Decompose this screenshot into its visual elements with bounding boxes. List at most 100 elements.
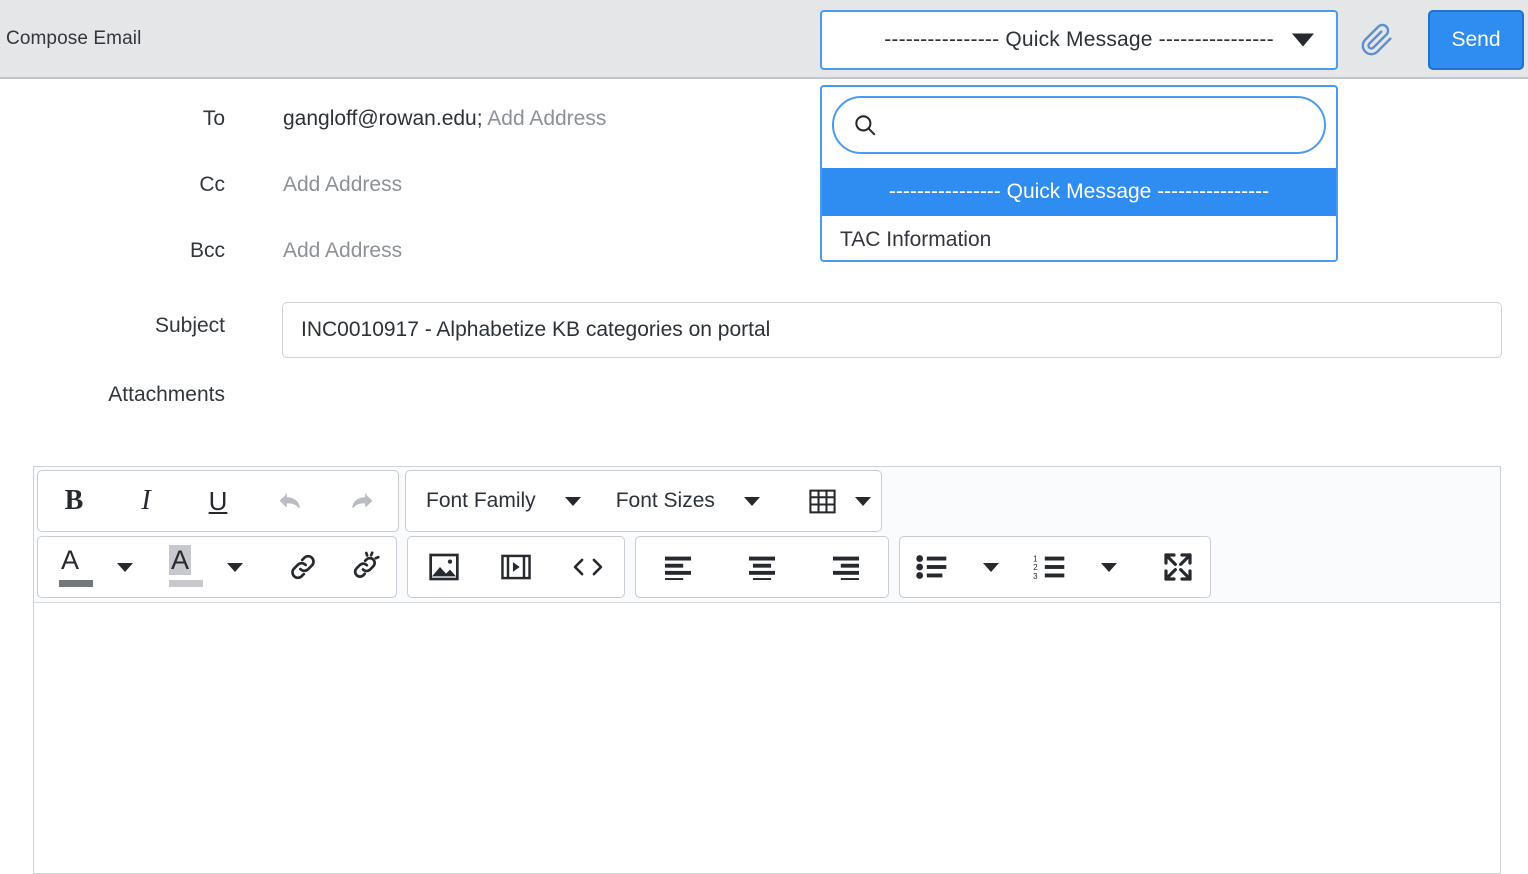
- chevron-down-icon: [854, 496, 871, 506]
- to-label: To: [202, 107, 225, 130]
- attachment-button[interactable]: [1355, 18, 1399, 62]
- bullet-list-button[interactable]: [900, 537, 964, 597]
- background-color-icon: A: [157, 545, 203, 589]
- send-button[interactable]: Send: [1428, 10, 1524, 70]
- fullscreen-button[interactable]: [1146, 537, 1210, 597]
- bullet-list-icon: [916, 555, 947, 579]
- toolbar-group-format: B I U: [37, 470, 399, 532]
- chevron-down-icon: [743, 496, 760, 506]
- send-button-label: Send: [1451, 28, 1501, 51]
- bcc-add-address[interactable]: Add Address: [283, 239, 402, 262]
- align-center-icon: [749, 556, 775, 580]
- quick-message-dropdown-panel: ---------------- Quick Message ---------…: [820, 85, 1338, 262]
- chevron-down-icon: [564, 496, 581, 506]
- to-value[interactable]: gangloff@rowan.edu; Add Address: [283, 107, 606, 131]
- quick-message-select[interactable]: ---------------- Quick Message ---------…: [820, 10, 1338, 70]
- editor-toolbar-row-1: B I U Font Family Font Sizes: [37, 470, 888, 532]
- bcc-label: Bcc: [189, 239, 225, 262]
- bcc-value[interactable]: Add Address: [283, 239, 402, 263]
- source-code-button[interactable]: [552, 537, 624, 597]
- undo-arrow-icon: [279, 493, 300, 508]
- font-sizes-dropdown[interactable]: Font Sizes: [596, 489, 729, 513]
- align-left-icon: [665, 556, 691, 580]
- toolbar-group-align: [635, 536, 889, 598]
- table-caret-button[interactable]: [845, 471, 881, 531]
- text-color-icon: A: [47, 545, 93, 589]
- bullet-list-caret-button[interactable]: [964, 537, 1018, 597]
- toolbar-group-color-link: A A: [37, 536, 397, 598]
- unlink-icon: [353, 551, 380, 578]
- page-title: Compose Email: [6, 28, 142, 49]
- svg-text:3: 3: [1033, 572, 1038, 580]
- svg-text:2: 2: [1033, 563, 1038, 572]
- compose-email-window: Compose Email ---------------- Quick Mes…: [0, 0, 1528, 874]
- font-sizes-caret-button[interactable]: [729, 471, 775, 531]
- option-label: TAC Information: [840, 228, 992, 251]
- chevron-down-icon: [1101, 562, 1117, 572]
- background-color-letter: A: [168, 545, 191, 575]
- attachments-row: Attachments: [0, 383, 1528, 407]
- align-right-icon: [833, 556, 859, 580]
- insert-image-button[interactable]: [408, 537, 480, 597]
- to-recipient: gangloff@rowan.edu;: [283, 107, 483, 130]
- subject-label: Subject: [154, 314, 225, 337]
- align-center-button[interactable]: [720, 537, 804, 597]
- bold-label: B: [64, 485, 84, 516]
- cc-add-address[interactable]: Add Address: [283, 173, 402, 196]
- font-family-dropdown[interactable]: Font Family: [406, 489, 550, 513]
- quick-message-option-tac-information[interactable]: TAC Information: [822, 216, 1336, 260]
- svg-text:1: 1: [1033, 554, 1038, 563]
- bold-button[interactable]: B: [38, 471, 110, 531]
- italic-button[interactable]: I: [110, 471, 182, 531]
- text-color-button[interactable]: A: [38, 537, 102, 597]
- quick-message-search-wrapper[interactable]: [832, 96, 1326, 154]
- search-icon: [852, 112, 878, 138]
- undo-button[interactable]: [254, 471, 326, 531]
- numbered-list-button[interactable]: 1 2 3: [1018, 537, 1082, 597]
- fullscreen-icon: [1164, 553, 1192, 581]
- insert-link-button[interactable]: [272, 537, 334, 597]
- toolbar-group-lists: 1 2 3: [899, 536, 1211, 598]
- underline-button[interactable]: U: [182, 471, 254, 531]
- font-family-caret-button[interactable]: [550, 471, 596, 531]
- email-body-editor[interactable]: [34, 602, 1500, 873]
- text-color-letter: A: [60, 545, 79, 575]
- attachments-label: Attachments: [108, 383, 225, 406]
- subject-input[interactable]: [282, 302, 1502, 358]
- chevron-down-icon: [1292, 33, 1314, 47]
- quick-message-select-label: ---------------- Quick Message ---------…: [884, 28, 1274, 51]
- redo-button[interactable]: [326, 471, 398, 531]
- toolbar-group-fonts: Font Family Font Sizes: [405, 470, 882, 532]
- numbered-list-icon: 1 2 3: [1033, 554, 1065, 580]
- background-color-swatch: [169, 580, 203, 587]
- align-left-button[interactable]: [636, 537, 720, 597]
- table-button[interactable]: [801, 471, 845, 531]
- chevron-down-icon: [227, 562, 243, 572]
- redo-arrow-icon: [352, 493, 373, 508]
- underline-label: U: [208, 485, 228, 516]
- paperclip-icon: [1361, 23, 1392, 56]
- image-icon: [429, 553, 459, 581]
- to-add-address[interactable]: Add Address: [487, 107, 606, 130]
- table-icon: [809, 489, 837, 513]
- italic-label: I: [141, 485, 151, 516]
- text-color-swatch: [59, 580, 93, 587]
- quick-message-search-input[interactable]: [888, 113, 1310, 137]
- source-code-icon: [573, 558, 603, 576]
- editor-toolbar-row-2: A A 1 2 3: [37, 536, 1217, 598]
- cc-value[interactable]: Add Address: [283, 173, 402, 197]
- text-color-caret-button[interactable]: [102, 537, 148, 597]
- compose-header: Compose Email ---------------- Quick Mes…: [0, 0, 1528, 79]
- quick-message-option-quick-message[interactable]: ---------------- Quick Message ---------…: [822, 168, 1336, 216]
- option-label: ---------------- Quick Message ---------…: [888, 180, 1270, 203]
- background-color-button[interactable]: A: [148, 537, 212, 597]
- numbered-list-caret-button[interactable]: [1082, 537, 1136, 597]
- align-right-button[interactable]: [804, 537, 888, 597]
- remove-link-button[interactable]: [334, 537, 396, 597]
- background-color-caret-button[interactable]: [212, 537, 258, 597]
- chevron-down-icon: [983, 562, 999, 572]
- link-icon: [291, 554, 315, 580]
- insert-video-button[interactable]: [480, 537, 552, 597]
- video-icon: [501, 554, 531, 580]
- cc-label: Cc: [199, 173, 225, 196]
